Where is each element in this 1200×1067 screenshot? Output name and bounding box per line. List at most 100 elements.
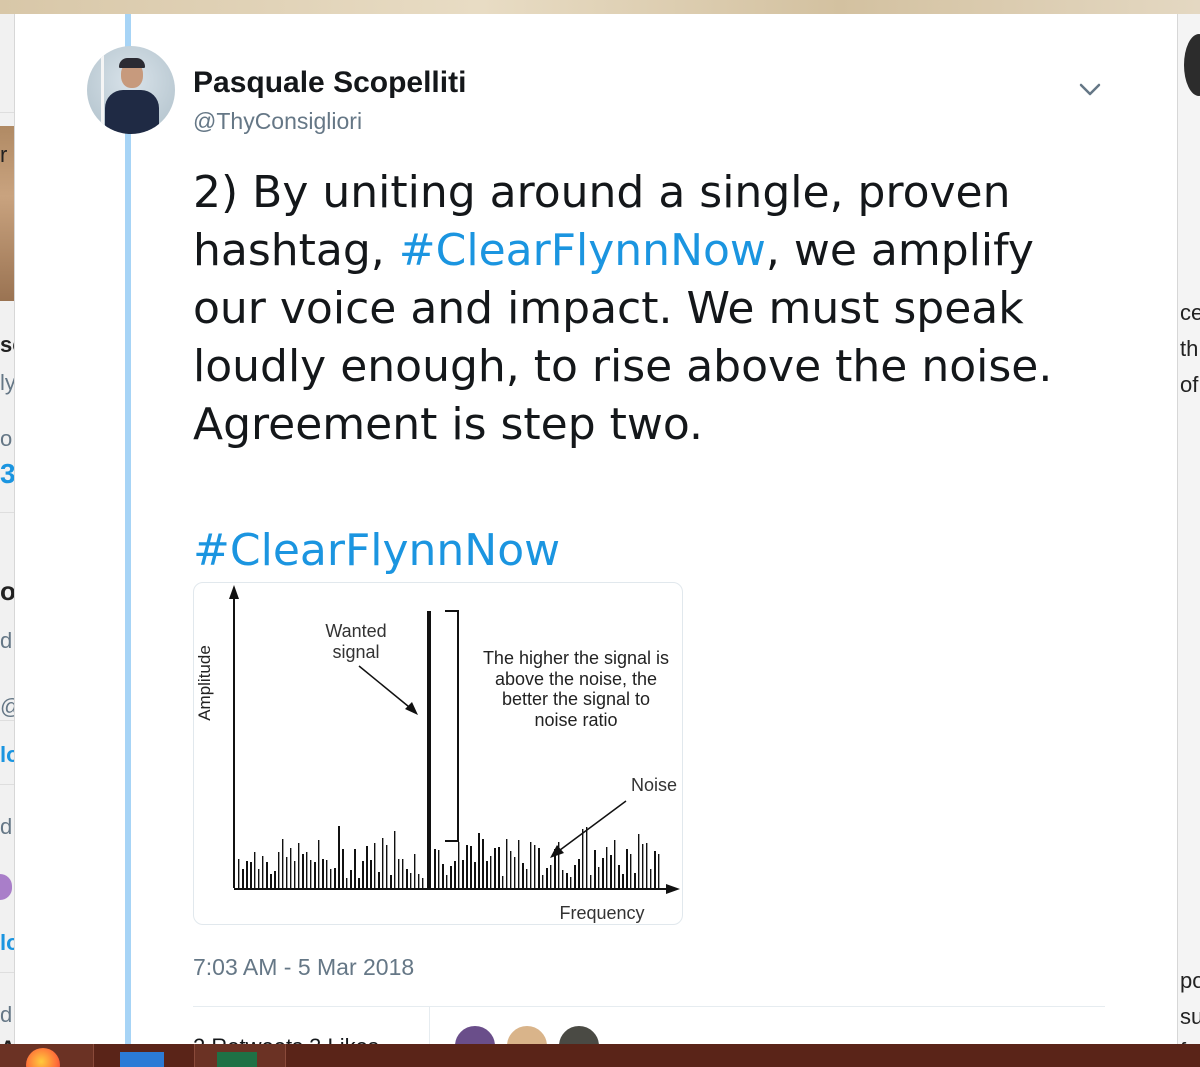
stats-separator: [429, 1007, 430, 1044]
noise-spike: [646, 843, 648, 888]
noise-spike: [466, 845, 468, 888]
noise-spike: [470, 846, 472, 888]
noise-spike: [482, 839, 484, 888]
noise-spike: [434, 849, 436, 888]
noise-spike: [446, 875, 448, 888]
noise-spike: [478, 833, 480, 888]
noise-spike: [334, 868, 336, 888]
noise-spike: [542, 875, 544, 888]
firefox-icon[interactable]: [0, 1044, 94, 1067]
noise-spike: [606, 847, 608, 888]
noise-spike: [602, 858, 604, 888]
background-text-fragment: o: [0, 426, 13, 451]
noise-spike: [314, 862, 316, 888]
ratio-note: noise ratio: [534, 710, 617, 730]
noise-spike: [242, 869, 244, 888]
noise-spike: [618, 865, 620, 888]
noise-spike: [298, 843, 300, 888]
signal-label: Wanted: [325, 621, 386, 641]
ratio-note: The higher the signal is: [483, 648, 669, 668]
noise-spike: [574, 865, 576, 888]
noise-spike: [622, 874, 624, 888]
noise-spike: [406, 869, 408, 888]
noise-spike: [258, 869, 260, 888]
noise-spike: [590, 875, 592, 888]
noise-spike: [654, 851, 656, 888]
background-text-fragment: po: [1180, 968, 1200, 993]
noise-spike: [398, 859, 400, 888]
noise-spike: [386, 845, 388, 888]
background-text-fragment: th: [1180, 336, 1199, 361]
noise-spike: [370, 860, 372, 888]
liker-avatar[interactable]: [453, 1024, 497, 1044]
background-page-left: r sc ly o 3 ov d @ lo d lo d A: [0, 14, 15, 1044]
noise-spike: [526, 869, 528, 888]
noise-spike: [562, 870, 564, 888]
engagement-stats[interactable]: 2 Retweets 3 Likes: [193, 1034, 379, 1044]
noise-spike: [362, 861, 364, 888]
tweet-image[interactable]: Amplitude Frequency Wanted signal The hi…: [193, 582, 683, 925]
author-avatar[interactable]: [87, 46, 175, 134]
noise-spike: [578, 859, 580, 888]
noise-spike: [566, 873, 568, 888]
noise-spike: [310, 860, 312, 888]
noise-spike: [374, 843, 376, 888]
divider: [193, 1006, 1105, 1007]
background-page-right: ce th of po su fu: [1177, 14, 1200, 1044]
noise-spike: [354, 849, 356, 888]
author-name[interactable]: Pasquale Scopelliti: [193, 66, 466, 100]
noise-spike: [338, 826, 340, 888]
y-axis-label: Amplitude: [195, 645, 214, 721]
noise-spike: [518, 840, 520, 888]
liker-avatar[interactable]: [505, 1024, 549, 1044]
noise-spike: [522, 863, 524, 888]
noise-spike: [322, 859, 324, 888]
author-handle[interactable]: @ThyConsigliori: [193, 108, 362, 135]
noise-spike: [598, 867, 600, 888]
noise-spike: [642, 844, 644, 888]
x-axis-arrow: [666, 884, 680, 894]
hashtag-link[interactable]: #ClearFlynnNow: [399, 225, 766, 276]
noise-spike: [350, 870, 352, 888]
liker-avatar[interactable]: [557, 1024, 601, 1044]
background-text-fragment: of: [1180, 372, 1199, 397]
thread-connector-line: [125, 14, 131, 1044]
noise-spike: [330, 869, 332, 888]
background-text-fragment: 3: [0, 458, 15, 489]
background-text-fragment: d: [0, 814, 13, 839]
noise-spike: [306, 852, 308, 888]
noise-spike: [498, 847, 500, 888]
noise-spike: [378, 872, 380, 888]
excel-icon[interactable]: [194, 1044, 286, 1067]
noise-spike: [638, 834, 640, 888]
x-axis-label: Frequency: [559, 903, 644, 923]
noise-spike: [462, 860, 464, 888]
background-text-fragment: A: [0, 1036, 14, 1044]
noise-spike: [530, 842, 532, 888]
noise-spike: [302, 854, 304, 888]
browser-background-strip: [0, 0, 1200, 14]
tweet-body: 2) By uniting around a single, proven ha…: [193, 164, 1093, 454]
chevron-down-icon[interactable]: [1077, 76, 1103, 102]
background-text-fragment: d: [0, 1002, 13, 1027]
noise-spike: [486, 861, 488, 888]
noise-spike: [254, 852, 256, 888]
noise-spike: [366, 846, 368, 888]
noise-spike: [382, 838, 384, 888]
background-text-fragment: ly: [0, 370, 15, 395]
noise-spike: [650, 869, 652, 888]
noise-spike: [582, 829, 584, 888]
windows-app-icon[interactable]: [96, 1044, 192, 1067]
hashtag-link[interactable]: #ClearFlynnNow: [193, 522, 560, 580]
tweet-timestamp[interactable]: 7:03 AM - 5 Mar 2018: [193, 954, 414, 981]
background-avatar: [1184, 34, 1200, 96]
noise-spike: [418, 874, 420, 888]
noise-spike: [610, 855, 612, 888]
noise-spike: [570, 877, 572, 888]
background-text-fragment: r: [0, 142, 8, 167]
noise-spike: [594, 850, 596, 888]
noise-spike: [318, 840, 320, 888]
tweet-card: Pasquale Scopelliti @ThyConsigliori 2) B…: [15, 14, 1177, 1044]
background-text-fragment: lo: [0, 742, 14, 767]
noise-spike: [286, 857, 288, 888]
